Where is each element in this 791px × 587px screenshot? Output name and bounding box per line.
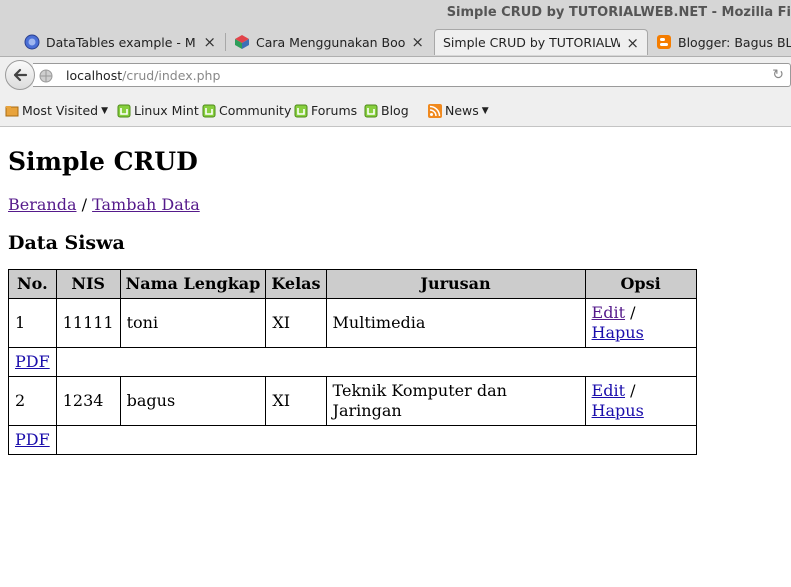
column-header-nis: NIS — [55, 269, 121, 299]
tab-simple-crud[interactable]: Simple CRUD by TUTORIALW... × — [434, 29, 648, 55]
bookmark-blog[interactable]: Blog — [364, 103, 409, 118]
cube-icon — [234, 34, 250, 50]
students-table: No. NIS Nama Lengkap Kelas Jurusan Opsi … — [8, 269, 697, 455]
window-titlebar: Simple CRUD by TUTORIALWEB.NET - Mozilla… — [0, 0, 791, 26]
bookmark-community[interactable]: Community — [202, 103, 291, 118]
tab-label: DataTables example - M... — [46, 34, 198, 50]
edit-link[interactable]: Edit — [592, 381, 625, 400]
delete-link[interactable]: Hapus — [592, 401, 644, 420]
chevron-down-icon: ▼ — [101, 105, 109, 116]
reload-icon[interactable]: ↻ — [772, 67, 784, 83]
option-separator: / — [630, 381, 636, 400]
tab-strip: DataTables example - M... × Cara Menggun… — [0, 26, 791, 57]
blogger-icon — [656, 34, 672, 50]
column-header-nama: Nama Lengkap — [119, 269, 267, 299]
bookmarks-toolbar: Most Visited ▼ Linux Mint Community Forum… — [0, 95, 791, 127]
tab-datatables[interactable]: DataTables example - M... × — [16, 29, 224, 55]
cell-jurusan: Teknik Komputer dan Jaringan — [325, 376, 586, 426]
tab-blogger[interactable]: Blogger: Bagus BLC T — [648, 29, 791, 55]
option-separator: / — [630, 303, 636, 322]
breadcrumb: Beranda / Tambah Data — [8, 195, 788, 215]
cell-empty — [56, 425, 697, 455]
bookmark-label: Linux Mint — [134, 103, 199, 118]
bookmark-label: Forums — [311, 103, 358, 118]
cell-opsi: Edit / Hapus — [584, 376, 697, 426]
column-header-no: No. — [8, 269, 57, 299]
globe-icon — [39, 68, 53, 83]
page-content: Simple CRUD Beranda / Tambah Data Data S… — [8, 127, 788, 455]
cell-opsi: Edit / Hapus — [584, 298, 697, 348]
cell-nama: bagus — [119, 376, 267, 426]
tab-label: Simple CRUD by TUTORIALW... — [443, 35, 621, 50]
rss-icon — [428, 103, 442, 118]
navigation-toolbar: localhost/crud/index.php ↻ — [0, 57, 791, 95]
bookmark-forums[interactable]: Forums — [294, 103, 357, 118]
page-title: Simple CRUD — [8, 147, 198, 176]
back-button[interactable] — [5, 60, 35, 90]
back-arrow-icon — [13, 68, 28, 82]
url-path: /crud/index.php — [122, 68, 221, 83]
column-header-kelas: Kelas — [265, 269, 327, 299]
url-text: localhost/crud/index.php — [66, 68, 220, 83]
cell-nama: toni — [119, 298, 267, 348]
cell-empty — [56, 347, 697, 377]
address-bar[interactable]: localhost/crud/index.php ↻ — [33, 63, 791, 87]
breadcrumb-separator: / — [81, 195, 87, 214]
firefox-icon — [24, 34, 40, 50]
cell-no: 1 — [8, 298, 57, 348]
bookmark-label: Community — [219, 103, 292, 118]
table-row-pdf: PDF — [8, 425, 697, 455]
column-header-opsi: Opsi — [584, 269, 697, 299]
mint-icon — [202, 104, 216, 118]
tab-label: Cara Menggunakan Boot... — [256, 34, 406, 50]
bookmark-most-visited[interactable]: Most Visited ▼ — [5, 103, 108, 118]
mint-icon — [294, 104, 308, 118]
section-title: Data Siswa — [8, 232, 125, 254]
folder-icon — [5, 104, 19, 118]
home-link[interactable]: Beranda — [8, 195, 77, 214]
bookmark-news[interactable]: News ▼ — [428, 103, 489, 118]
cell-no: 2 — [8, 376, 57, 426]
cell-nis: 11111 — [55, 298, 121, 348]
edit-link[interactable]: Edit — [592, 303, 625, 322]
url-host: localhost — [66, 68, 123, 83]
column-header-jurusan: Jurusan — [325, 269, 586, 299]
bookmark-label: Most Visited — [22, 103, 99, 118]
mint-icon — [364, 104, 378, 118]
cell-jurusan: Multimedia — [325, 298, 586, 348]
window-title: Simple CRUD by TUTORIALWEB.NET - Mozilla… — [446, 5, 791, 20]
bookmark-label: Blog — [381, 103, 409, 118]
pdf-link[interactable]: PDF — [15, 430, 50, 449]
cell-kelas: XI — [265, 376, 327, 426]
table-row-pdf: PDF — [8, 347, 697, 377]
table-row: 1 11111 toni XI Multimedia Edit / Hapus — [8, 298, 697, 348]
close-tab-icon[interactable]: × — [411, 33, 424, 51]
close-tab-icon[interactable]: × — [626, 34, 639, 52]
mint-icon — [117, 104, 131, 118]
add-data-link[interactable]: Tambah Data — [92, 195, 200, 214]
close-tab-icon[interactable]: × — [203, 33, 216, 51]
tab-bootstrap[interactable]: Cara Menggunakan Boot... × — [226, 29, 432, 55]
bookmark-label: News — [445, 103, 479, 118]
table-row: 2 1234 bagus XI Teknik Komputer dan Jari… — [8, 376, 697, 426]
chevron-down-icon: ▼ — [481, 105, 489, 116]
cell-pdf: PDF — [8, 425, 57, 455]
cell-pdf: PDF — [8, 347, 57, 377]
pdf-link[interactable]: PDF — [15, 352, 50, 371]
cell-nis: 1234 — [55, 376, 121, 426]
table-header-row: No. NIS Nama Lengkap Kelas Jurusan Opsi — [8, 269, 697, 299]
tab-label: Blogger: Bagus BLC T — [678, 34, 791, 50]
delete-link[interactable]: Hapus — [592, 323, 644, 342]
cell-kelas: XI — [265, 298, 327, 348]
bookmark-linux-mint[interactable]: Linux Mint — [117, 103, 199, 118]
